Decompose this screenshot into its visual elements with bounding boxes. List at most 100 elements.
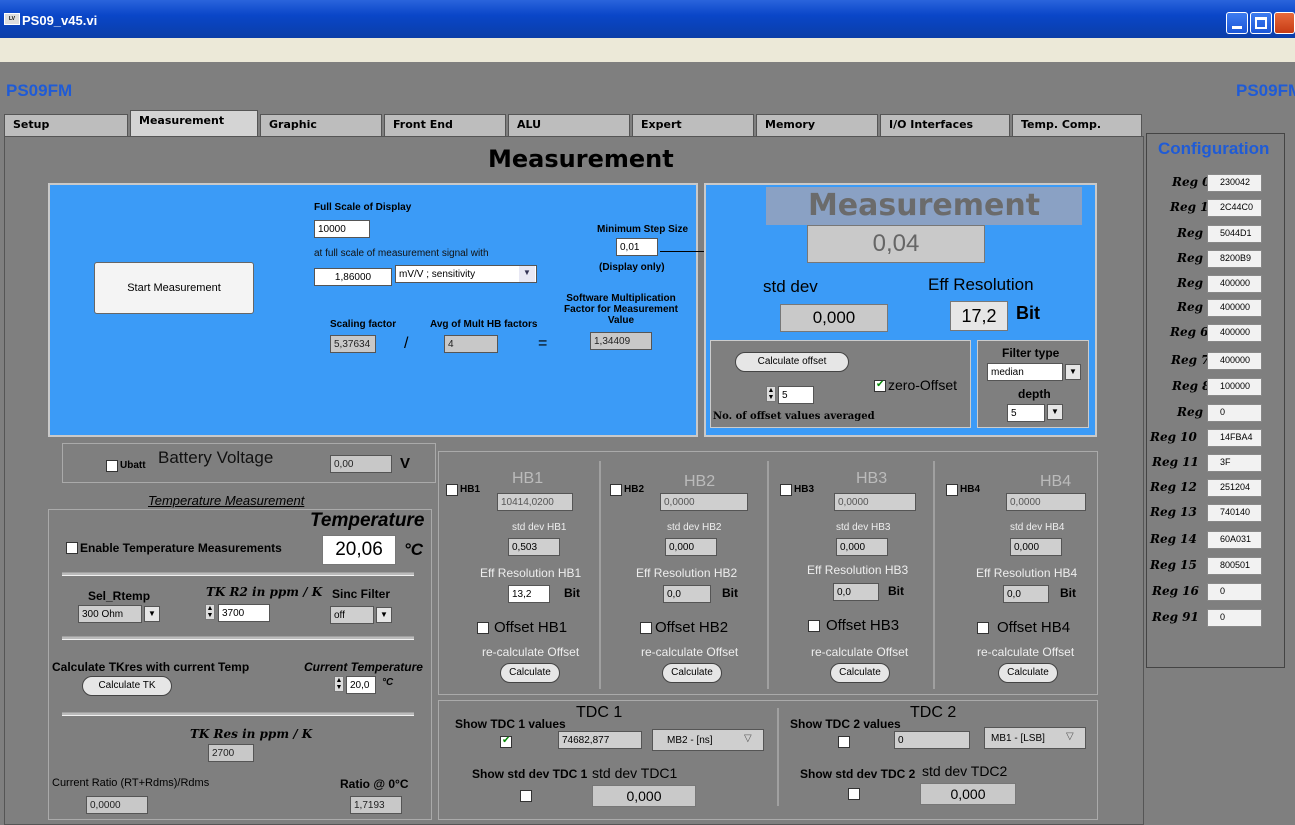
tk-r2-stepper[interactable]: ▲ ▼: [205, 604, 215, 620]
ratio-0c-label: Ratio @ 0°C: [340, 777, 409, 791]
signal-label: at full scale of measurement signal with: [314, 248, 489, 259]
tk-res-value: 2700: [208, 744, 254, 762]
register-value-input[interactable]: 230042: [1207, 174, 1262, 192]
tab-graphic[interactable]: Graphic: [260, 114, 382, 136]
tab-io-interfaces[interactable]: I/O Interfaces: [880, 114, 1010, 136]
temperature-value: 20,06: [322, 535, 396, 565]
hb3-eff-unit: Bit: [888, 584, 904, 598]
calculate-offset-button[interactable]: Calculate offset: [735, 352, 849, 372]
filter-type-select[interactable]: median: [987, 363, 1063, 381]
register-value-input[interactable]: 400000: [1207, 299, 1262, 317]
start-measurement-button[interactable]: Start Measurement: [94, 262, 254, 314]
separator: [62, 712, 414, 716]
tab-front-end[interactable]: Front End: [384, 114, 506, 136]
register-value-input[interactable]: 800501: [1207, 557, 1262, 575]
register-value-input[interactable]: 400000: [1207, 352, 1262, 370]
eff-resolution-label: Eff Resolution: [928, 275, 1034, 294]
hb3-checkbox[interactable]: [780, 484, 792, 496]
tab-measurement[interactable]: Measurement: [130, 110, 258, 136]
register-value-input[interactable]: 251204: [1207, 479, 1262, 497]
chevron-down-icon[interactable]: ▼: [1065, 364, 1081, 380]
offset-hb2-checkbox[interactable]: [640, 622, 652, 634]
hb1-recalc-label: re-calculate Offset: [482, 645, 580, 659]
register-value-input[interactable]: 14FBA4: [1207, 429, 1262, 447]
hb2-title: HB2: [684, 473, 716, 490]
hb2-std-label: std dev HB2: [667, 522, 722, 533]
signal-input[interactable]: 1,86000: [314, 268, 392, 286]
tdc2-show-checkbox[interactable]: [838, 736, 850, 748]
hb2-eff-value: 0,0: [663, 585, 711, 603]
offset-hb4-checkbox[interactable]: [977, 622, 989, 634]
tdc1-show-checkbox[interactable]: [500, 735, 512, 748]
divider: [777, 708, 779, 806]
sel-rtemp-label: Sel_Rtemp: [88, 589, 151, 603]
tab-alu[interactable]: ALU: [508, 114, 630, 136]
offset-hb3-checkbox[interactable]: [808, 620, 820, 632]
hb2-eff-label: Eff Resolution HB2: [636, 566, 738, 580]
maximize-button[interactable]: [1250, 12, 1272, 34]
register-value-input[interactable]: 2C44C0: [1207, 199, 1262, 217]
current-temperature-input[interactable]: 20,0: [346, 676, 376, 694]
zero-offset-checkbox[interactable]: [874, 379, 886, 392]
sinc-filter-label: Sinc Filter: [332, 587, 391, 601]
hb4-calculate-button[interactable]: Calculate: [998, 663, 1058, 683]
hb2-checkbox[interactable]: [610, 484, 622, 496]
offset-count-stepper[interactable]: ▲ ▼: [766, 386, 776, 402]
tk-r2-input[interactable]: 3700: [218, 604, 270, 622]
tab-setup[interactable]: Setup: [4, 114, 128, 136]
hb1-calculate-button[interactable]: Calculate: [500, 663, 560, 683]
hb2-calculate-button[interactable]: Calculate: [662, 663, 722, 683]
offset-hb2-label: Offset HB2: [655, 619, 729, 636]
ubatt-checkbox[interactable]: [106, 460, 118, 472]
ubatt-label: Ubatt: [120, 460, 146, 471]
register-label: Reg 0: [1172, 175, 1211, 189]
separator: [62, 572, 414, 576]
chevron-down-icon[interactable]: ▼: [144, 606, 160, 622]
hb1-title: HB1: [512, 470, 544, 487]
tab-temp-comp[interactable]: Temp. Comp.: [1012, 114, 1142, 136]
register-value-input[interactable]: 400000: [1207, 324, 1262, 342]
register-value-input[interactable]: 60A031: [1207, 531, 1262, 549]
register-value-input[interactable]: 0: [1207, 583, 1262, 601]
unit-select[interactable]: mV/V ; sensitivity ▼: [395, 265, 537, 283]
register-value-input[interactable]: 400000: [1207, 275, 1262, 293]
close-button[interactable]: [1274, 12, 1295, 34]
register-value-input[interactable]: 8200B9: [1207, 250, 1262, 268]
offset-count-input[interactable]: 5: [778, 386, 814, 404]
sel-rtemp-select[interactable]: 300 Ohm: [78, 605, 142, 623]
register-value-input[interactable]: 3F: [1207, 454, 1262, 472]
hb1-checkbox[interactable]: [446, 484, 458, 496]
battery-voltage-label: Battery Voltage: [158, 448, 274, 467]
divider: [767, 461, 769, 689]
brand-right: PS09FM: [1236, 81, 1295, 100]
register-value-input[interactable]: 5044D1: [1207, 225, 1262, 243]
register-value-input[interactable]: 0: [1207, 609, 1262, 627]
offset-hb1-checkbox[interactable]: [477, 622, 489, 634]
tdc1-std-checkbox[interactable]: [520, 790, 532, 802]
chevron-down-icon[interactable]: ▼: [376, 607, 392, 623]
full-scale-input[interactable]: 10000: [314, 220, 370, 238]
register-value-input[interactable]: 100000: [1207, 378, 1262, 396]
tab-memory[interactable]: Memory: [756, 114, 878, 136]
tdc2-std-checkbox[interactable]: [848, 788, 860, 800]
std-dev-value: 0,000: [780, 304, 888, 332]
min-step-input[interactable]: 0,01: [616, 238, 658, 256]
chevron-down-icon[interactable]: ▼: [1047, 404, 1063, 420]
tk-res-label: TK Res in ppm / K: [190, 727, 313, 741]
minimize-button[interactable]: [1226, 12, 1248, 34]
divide-sign: /: [404, 335, 409, 352]
multiplication-factor-value: 1,34409: [590, 332, 652, 350]
enable-temperature-checkbox[interactable]: [66, 542, 78, 554]
current-temperature-stepper[interactable]: ▲ ▼: [334, 676, 344, 692]
depth-select[interactable]: 5: [1007, 404, 1045, 422]
hb4-check-label: HB4: [960, 484, 981, 495]
register-value-input[interactable]: 0: [1207, 404, 1262, 422]
calculate-tk-button[interactable]: Calculate TK: [82, 676, 172, 696]
chevron-down-icon: ▼: [519, 266, 535, 282]
hb3-calculate-button[interactable]: Calculate: [830, 663, 890, 683]
register-value-input[interactable]: 740140: [1207, 504, 1262, 522]
scaling-factor-label: Scaling factor: [330, 319, 397, 330]
hb4-checkbox[interactable]: [946, 484, 958, 496]
sinc-filter-select[interactable]: off: [330, 606, 374, 624]
tab-expert[interactable]: Expert: [632, 114, 754, 136]
